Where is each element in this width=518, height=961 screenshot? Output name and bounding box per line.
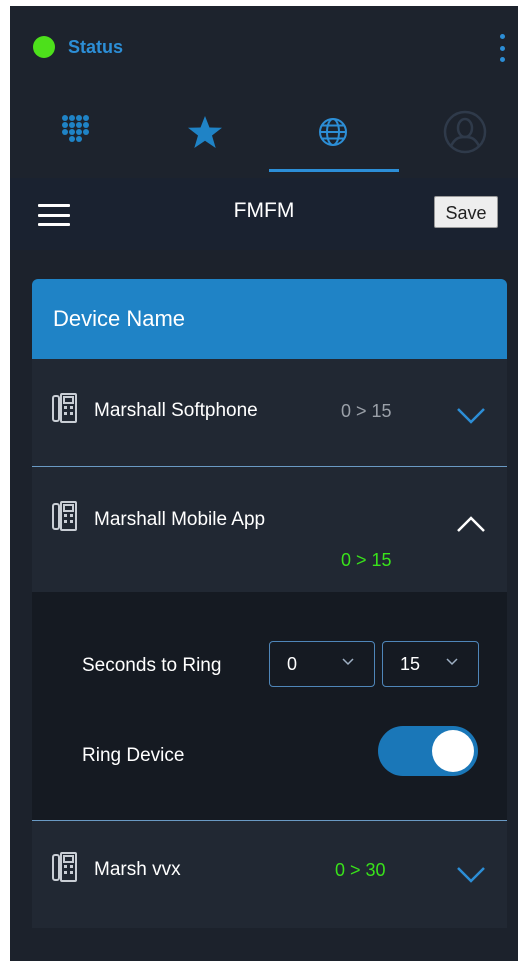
desk-phone-icon bbox=[52, 393, 77, 423]
device-name: Marsh vvx bbox=[94, 859, 181, 880]
seconds-to-ring-label: Seconds to Ring bbox=[82, 655, 222, 676]
device-row[interactable]: Marshall Softphone 0 > 15 bbox=[32, 359, 507, 466]
ring-end-select[interactable]: 15 bbox=[382, 641, 479, 687]
device-name: Marshall Softphone bbox=[94, 400, 258, 421]
device-name: Marshall Mobile App bbox=[94, 509, 266, 530]
globe-icon bbox=[319, 118, 347, 146]
status-bar: Status bbox=[10, 6, 518, 86]
device-ring-range: 0 > 15 bbox=[341, 401, 392, 421]
ring-start-select[interactable]: 0 bbox=[269, 641, 375, 687]
status-label[interactable]: Status bbox=[68, 36, 123, 58]
status-indicator-icon bbox=[33, 36, 55, 58]
save-button[interactable]: Save bbox=[434, 196, 498, 228]
tab-bar bbox=[10, 86, 518, 178]
chevron-down-icon[interactable] bbox=[456, 865, 486, 885]
tab-contacts[interactable] bbox=[430, 86, 500, 178]
desk-phone-icon bbox=[52, 501, 77, 531]
dialpad-icon bbox=[62, 115, 89, 142]
active-tab-indicator bbox=[269, 169, 399, 172]
desk-phone-icon bbox=[52, 852, 77, 882]
chevron-down-icon bbox=[342, 658, 354, 666]
toggle-knob bbox=[432, 730, 474, 772]
device-ring-range: 0 > 30 bbox=[335, 860, 386, 880]
contact-icon bbox=[443, 110, 487, 154]
device-ring-range: 0 > 15 bbox=[341, 550, 392, 570]
star-icon bbox=[188, 116, 222, 148]
device-settings-panel: Seconds to Ring 0 15 Ring Device bbox=[32, 592, 507, 820]
app-screen: Status FMFM Save Device Name Marshall So… bbox=[10, 6, 518, 961]
tab-favorites[interactable] bbox=[170, 86, 240, 178]
ring-start-value: 0 bbox=[287, 654, 298, 674]
ring-end-value: 15 bbox=[400, 654, 421, 674]
device-row[interactable]: Marshall Mobile App 0 > 15 bbox=[32, 467, 507, 592]
device-row[interactable]: Marsh vvx 0 > 30 bbox=[32, 821, 507, 928]
tab-fmfm[interactable] bbox=[298, 86, 368, 178]
chevron-down-icon bbox=[446, 658, 458, 666]
ring-device-toggle[interactable] bbox=[378, 726, 478, 776]
device-list-header: Device Name bbox=[32, 279, 507, 359]
more-options-icon[interactable] bbox=[498, 34, 506, 62]
device-name-heading: Device Name bbox=[53, 306, 186, 331]
chevron-down-icon[interactable] bbox=[456, 406, 486, 426]
ring-device-label: Ring Device bbox=[82, 745, 185, 766]
tab-dialpad[interactable] bbox=[40, 86, 110, 178]
chevron-up-icon[interactable] bbox=[456, 514, 486, 534]
